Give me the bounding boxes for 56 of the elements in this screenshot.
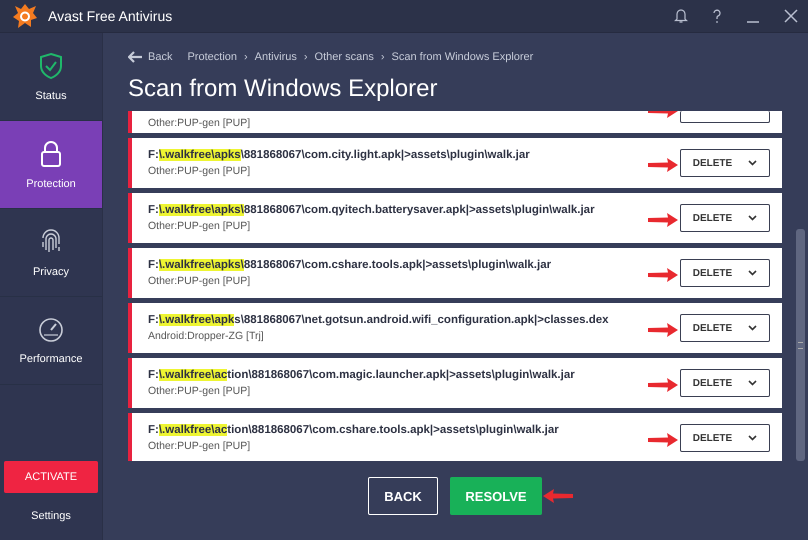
close-icon[interactable] [784,8,798,24]
chevron-down-icon [748,215,758,221]
chevron-down-icon [748,435,758,441]
page-title: Scan from Windows Explorer [128,75,438,104]
activate-button[interactable]: ACTIVATE [4,461,98,493]
shield-icon [39,52,63,80]
gauge-icon [38,316,64,342]
back-arrow-icon [128,51,142,63]
file-path: F:\.walkfree\apks\881868067\com.qyitech.batterysaver.apk|>assets\plugin\walk.jar [148,204,596,216]
delete-dropdown[interactable]: DELETE [680,204,770,232]
arrow-icon [648,267,678,283]
delete-dropdown[interactable]: DELETE [680,259,770,287]
sidebar-item[interactable]: Privacy [0,209,102,297]
sidebar-item[interactable]: Protection [0,121,102,209]
bell-icon[interactable] [674,8,688,24]
detection-name: Other:PUP-gen [PUP] [148,165,252,177]
arrow-icon [648,377,678,393]
lock-icon [39,140,63,168]
detection-name: Other:PUP-gen [PUP] [148,275,252,287]
breadcrumb-link[interactable]: Antivirus [254,51,297,63]
detection-name: Android:Dropper-ZG [Trj] [148,330,265,342]
delete-dropdown[interactable]: DELETE [680,149,770,177]
arrow-icon [648,322,678,338]
window-title: Avast Free Antivirus [48,8,172,24]
arrow-icon [648,157,678,173]
detection-name: Other:PUP-gen [PUP] [148,220,252,232]
delete-dropdown[interactable]: DELETE [680,369,770,397]
back-link[interactable]: Back [128,51,172,63]
chevron-down-icon [748,380,758,386]
arrow-icon [648,432,678,448]
arrow-icon [543,488,573,504]
detection-name: Other:PUP-gen [PUP] [148,440,252,452]
breadcrumb-link[interactable]: Other scans [314,51,374,63]
file-path: F:\.walkfree\action\881868067\com.cshare.tools.apk|>assets\plugin\walk.jar [148,424,560,436]
delete-dropdown[interactable]: DELETE [680,314,770,342]
sidebar-item[interactable]: Performance [0,297,102,385]
file-path: F:\.walkfree\apks\881868067\com.city.light.apk|>assets\plugin\walk.jar [148,149,531,161]
breadcrumb-separator: › [304,51,308,63]
breadcrumb-separator: › [380,51,385,63]
chevron-down-icon [748,325,758,331]
breadcrumb-link[interactable]: Protection [187,51,237,63]
delete-dropdown[interactable]: DELETE [680,424,770,452]
back-button[interactable]: BACK [368,477,438,515]
arrow-icon [648,212,678,228]
delete-dropdown[interactable] [680,111,770,123]
settings-link[interactable]: Settings [0,509,102,523]
file-path: F:\.walkfree\action\881868067\com.magic.launcher.apk|>assets\plugin\walk.jar [148,369,576,381]
breadcrumb-separator: › [244,51,248,63]
logo-icon [12,3,38,29]
breadcrumb-link[interactable]: Scan from Windows Explorer [392,51,534,63]
detection-name: Other:PUP-gen [PUP] [148,117,252,129]
chevron-down-icon [748,270,758,276]
chevron-down-icon [748,160,758,166]
file-path: F:\.walkfree\apks\881868067\com.cshare.tools.apk|>assets\plugin\walk.jar [148,259,552,271]
help-icon[interactable] [712,8,722,24]
detection-name: Other:PUP-gen [PUP] [148,385,252,397]
